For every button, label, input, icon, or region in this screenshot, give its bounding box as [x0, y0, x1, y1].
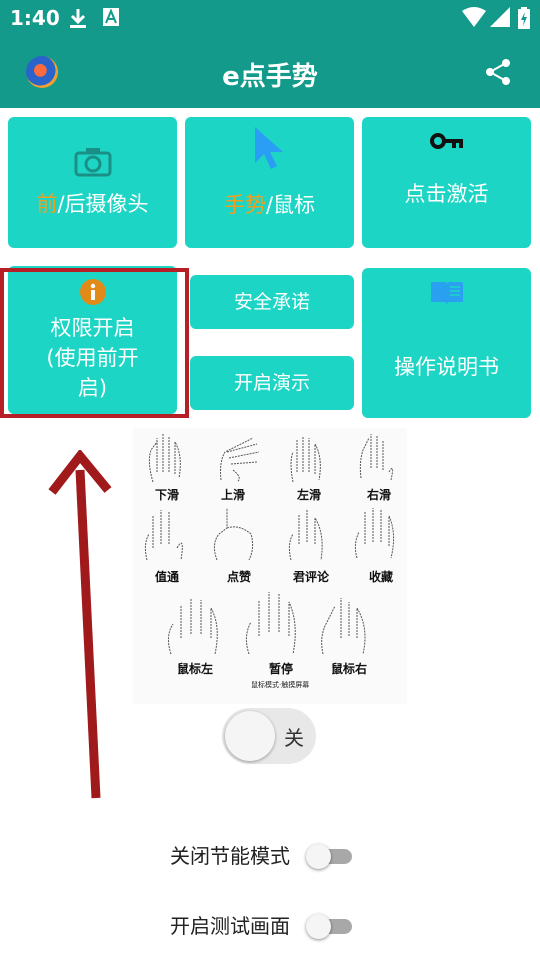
main-toggle[interactable]: 关 — [222, 708, 316, 764]
hand-open-icon — [144, 510, 183, 561]
gesture-label: 暂停 — [269, 662, 294, 676]
gesture-label: 上滑 — [221, 488, 246, 502]
page-title: e点手势 — [222, 62, 318, 92]
hand-like-icon — [213, 508, 254, 561]
gesture-label: 右滑 — [367, 488, 392, 502]
hand-swipe-left-icon — [290, 436, 321, 483]
gesture-tile[interactable]: 手势/鼠标 — [185, 117, 354, 248]
download-icon — [68, 7, 88, 33]
hand-swipe-down-icon — [148, 434, 181, 483]
highlight-box — [0, 268, 189, 418]
gesture-label: 左滑 — [297, 488, 322, 502]
hand-pause-icon — [245, 592, 296, 655]
gesture-label: 值通 — [155, 570, 180, 584]
status-time: 1:40 — [10, 6, 60, 30]
cursor-icon — [253, 125, 287, 175]
red-arrow-icon — [48, 450, 112, 799]
power-saving-switch[interactable] — [306, 844, 354, 869]
activate-tile-label: 点击激活 — [404, 181, 489, 206]
demo-tile-label: 开启演示 — [233, 372, 310, 394]
hand-mouse-left-icon — [167, 598, 218, 655]
gesture-label: 点赞 — [227, 570, 252, 584]
main-toggle-knob — [225, 711, 275, 761]
a-icon — [102, 7, 120, 31]
gesture-note: 鼠标模式·触摸屏幕 — [251, 681, 310, 689]
hand-collect-icon — [354, 508, 395, 559]
camera-icon — [74, 147, 112, 181]
gesture-label: 收藏 — [369, 570, 394, 584]
share-icon[interactable] — [484, 58, 512, 90]
manual-tile[interactable]: 操作说明书 — [362, 268, 531, 418]
hand-comment-icon — [288, 510, 323, 561]
setting-test-screen-label: 开启测试画面 — [170, 914, 290, 938]
hand-mouse-right-icon — [321, 598, 366, 655]
hand-swipe-right-icon — [359, 434, 394, 481]
safety-tile-label: 安全承诺 — [233, 291, 310, 313]
gesture-tile-label: 手势/鼠标 — [223, 192, 316, 217]
camera-tile-label: 前/后摄像头 — [36, 191, 149, 216]
battery-icon — [518, 7, 530, 33]
gesture-label: 君评论 — [293, 570, 330, 584]
hand-swipe-up-icon — [220, 437, 260, 483]
gesture-illustration: 下滑 上滑 左滑 右滑 值通 点赞 君评论 收藏 鼠标左 暂停 鼠标右 鼠标模式… — [133, 428, 407, 704]
signal-icon — [490, 7, 512, 31]
demo-tile[interactable]: 开启演示 — [190, 356, 354, 410]
wifi-icon — [462, 7, 486, 31]
status-bar: 1:40 — [0, 0, 540, 36]
camera-tile[interactable]: 前/后摄像头 — [8, 117, 177, 248]
setting-power-saving-label: 关闭节能模式 — [170, 844, 290, 868]
gesture-label: 下滑 — [155, 488, 180, 502]
activate-tile[interactable]: 点击激活 — [362, 117, 531, 248]
app-bar: e点手势 — [0, 36, 540, 108]
test-screen-switch[interactable] — [306, 914, 354, 939]
book-icon — [430, 280, 464, 310]
main-toggle-label: 关 — [284, 726, 304, 750]
manual-tile-label: 操作说明书 — [394, 355, 499, 379]
gesture-label: 鼠标右 — [331, 662, 368, 676]
gesture-label: 鼠标左 — [177, 662, 214, 676]
key-icon — [430, 131, 464, 155]
safety-tile[interactable]: 安全承诺 — [190, 275, 354, 329]
